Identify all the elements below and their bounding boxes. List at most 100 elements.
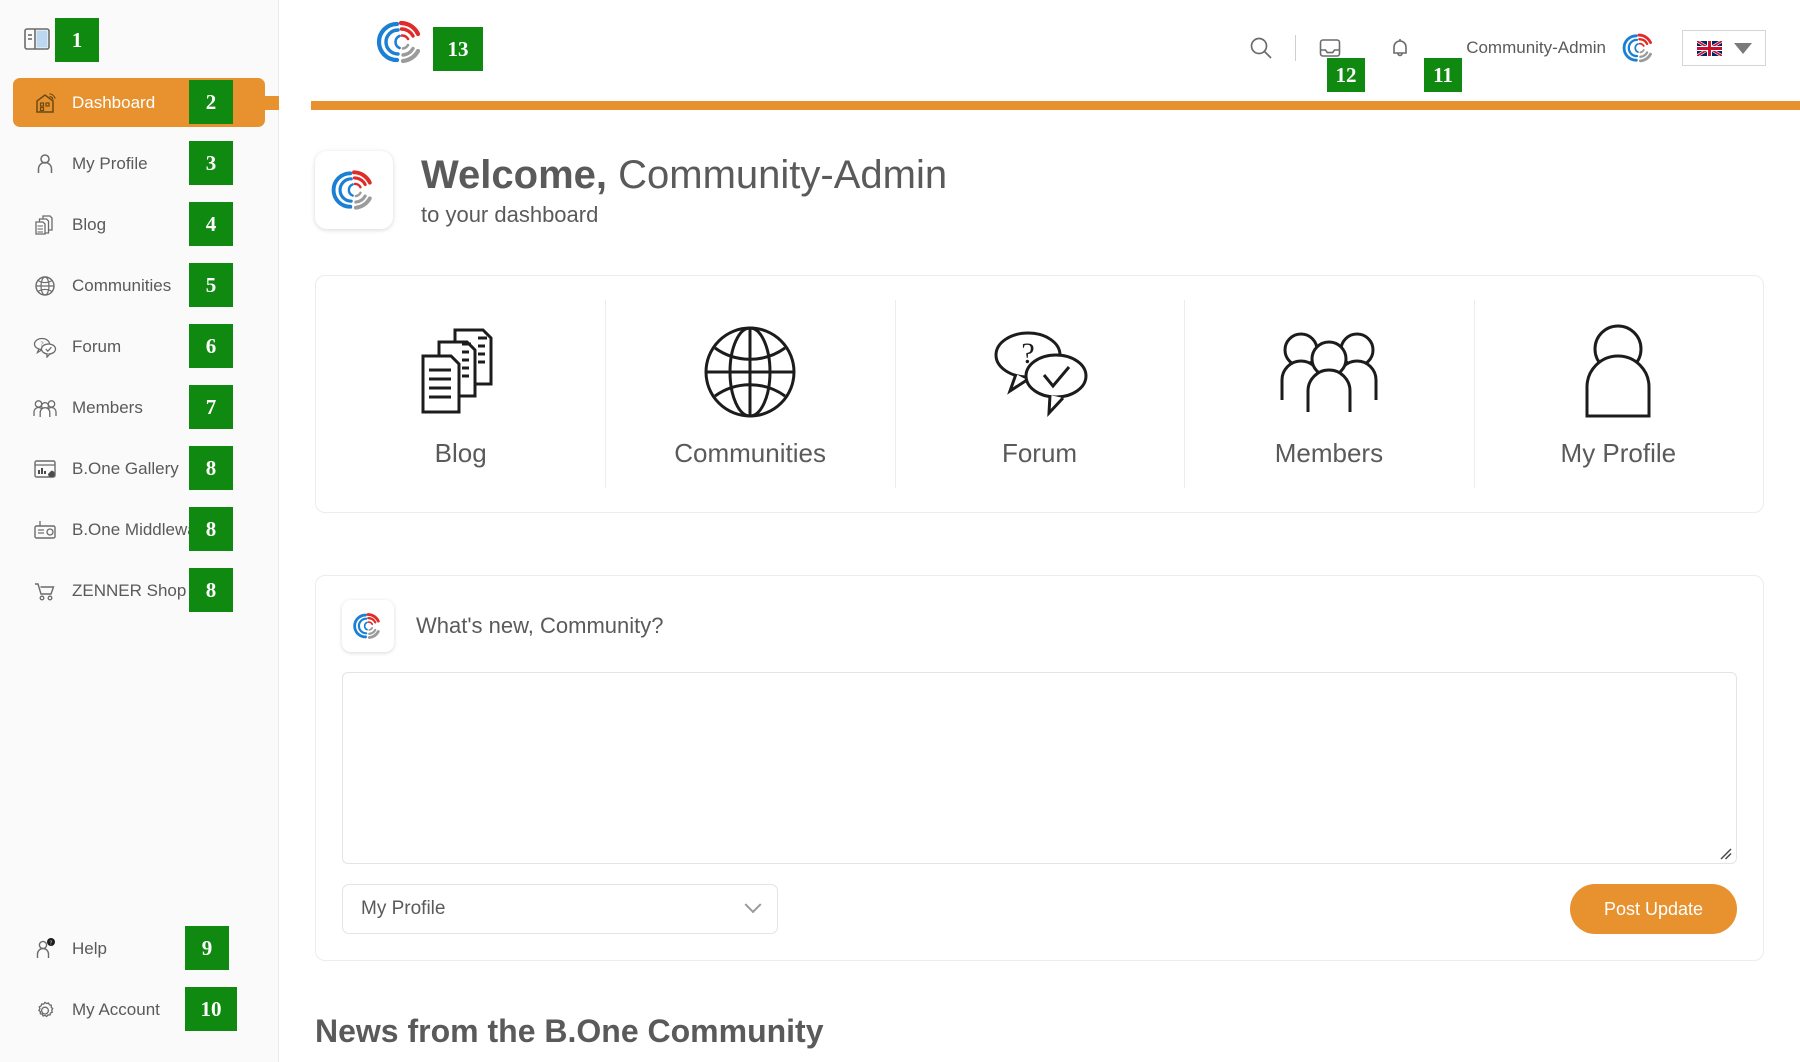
people-group-icon [32,395,58,421]
top-header: 13 Community-Admin 12 11 [279,0,1800,101]
welcome-text: Welcome, Community-Admin to your dashboa… [421,152,947,228]
sidebar-bottom-nav: ? Help 9 My Account 10 [0,924,279,1062]
sidebar-item-label: ZENNER Shop [72,580,187,600]
welcome-logo-icon [315,151,393,229]
gallery-chart-icon [32,456,58,482]
documents-icon [32,212,58,238]
news-heading: News from the B.One Community [315,1013,824,1049]
chevron-down-icon [1733,42,1752,54]
accent-bar [311,101,1800,110]
dashboard-content: Welcome, Community-Admin to your dashboa… [279,101,1800,1050]
user-icon [32,151,58,177]
bone-logo-icon[interactable] [373,14,429,70]
sidebar-item-label: Blog [72,214,107,234]
sidebar-item-label: B.One Gallery [72,458,179,478]
panel-toggle-icon[interactable] [24,28,50,50]
nav-card-label: Communities [674,437,826,468]
dashboard-icon [32,90,58,116]
sidebar: 1 Dashboard 2 My Profile 3 Blog 4 Commun… [0,0,279,1062]
welcome-greeting: Welcome, [421,153,607,197]
active-indicator [265,96,279,110]
speech-bubbles-icon: ? [988,320,1092,424]
search-icon[interactable] [1239,26,1283,70]
language-selector[interactable] [1682,30,1766,66]
globe-icon [32,273,58,299]
sidebar-item-label: My Account [72,999,160,1019]
welcome-section: Welcome, Community-Admin to your dashboa… [315,151,1764,229]
nav-card-label: Members [1274,437,1384,468]
bell-icon[interactable] [1378,26,1422,70]
gear-icon [32,997,58,1023]
user-icon [1577,320,1659,424]
documents-icon [411,320,511,424]
username-label: Community-Admin [1466,38,1606,57]
nav-card-forum[interactable]: ? Forum [894,276,1184,512]
sidebar-item-label: My Profile [72,153,148,173]
sidebar-item-bone-middleware[interactable]: B.One Middleware 8 [13,505,265,554]
svg-text:?: ? [50,940,53,946]
chevron-down-icon [744,896,762,914]
bone-avatar-icon [342,600,394,652]
nav-card-label: My Profile [1560,437,1677,468]
quick-nav-cards: Blog Communities ? Forum Members My Prof… [315,275,1764,513]
middleware-icon [32,517,58,543]
sidebar-item-help[interactable]: ? Help 9 [13,924,266,973]
welcome-subtitle: to your dashboard [421,202,599,227]
header-divider [1295,35,1297,61]
badge-1: 1 [55,18,99,62]
badge-6: 6 [189,324,233,368]
audience-select[interactable]: My Profile [342,884,778,934]
badge-13: 13 [433,27,483,71]
badge-2: 2 [189,80,233,124]
nav-card-label: Blog [434,437,487,468]
user-help-icon: ? [32,936,58,962]
nav-card-blog[interactable]: Blog [316,276,605,512]
sidebar-toggle-row: 1 [0,0,278,78]
nav-card-members[interactable]: Members [1184,276,1473,512]
nav-card-label: Forum [1001,437,1078,468]
app-root: 1 Dashboard 2 My Profile 3 Blog 4 Commun… [0,0,1800,1062]
sidebar-item-my-account[interactable]: My Account 10 [13,985,266,1034]
main-area: 13 Community-Admin 12 11 Welcome, Commun… [279,0,1800,1062]
sidebar-item-members[interactable]: Members 7 [13,383,265,432]
post-update-box: What's new, Community? My Profile Post U… [315,575,1764,961]
post-textarea[interactable] [343,673,1736,863]
sidebar-item-bone-gallery[interactable]: B.One Gallery 8 [13,444,265,493]
shopping-cart-icon [32,578,58,604]
badge-7: 7 [189,385,233,429]
badge-8-shop: 8 [189,568,233,612]
badge-4: 4 [189,202,233,246]
sidebar-item-zenner-shop[interactable]: ZENNER Shop 8 [13,566,265,615]
speech-bubbles-icon: ? [32,334,58,360]
badge-9: 9 [185,926,229,970]
header-actions: Community-Admin [1239,26,1766,70]
sidebar-item-dashboard[interactable]: Dashboard 2 [13,78,279,127]
badge-3: 3 [189,141,233,185]
post-box-footer: My Profile Post Update [342,884,1737,934]
globe-icon [702,320,798,424]
nav-card-my-profile[interactable]: My Profile [1473,276,1763,512]
sidebar-item-blog[interactable]: Blog 4 [13,200,265,249]
welcome-username: Community-Admin [618,153,948,197]
post-prompt-label: What's new, Community? [416,613,664,638]
nav-card-communities[interactable]: Communities [605,276,894,512]
audience-select-value: My Profile [361,898,446,919]
sidebar-nav: Dashboard 2 My Profile 3 Blog 4 Communit… [0,78,279,615]
bone-avatar-icon[interactable] [1620,29,1658,67]
sidebar-item-my-profile[interactable]: My Profile 3 [13,139,265,188]
badge-8-gallery: 8 [189,446,233,490]
badge-8-middleware: 8 [189,507,233,551]
post-update-button[interactable]: Post Update [1569,884,1737,934]
badge-12: 12 [1327,58,1365,92]
badge-11: 11 [1424,58,1462,92]
post-textarea-wrap [342,672,1737,864]
people-group-icon [1277,320,1381,424]
resize-grip-icon[interactable] [1718,846,1732,860]
sidebar-item-communities[interactable]: Communities 5 [13,261,265,310]
sidebar-item-label: Dashboard [72,92,156,112]
sidebar-item-label: Members [72,397,143,417]
post-box-header: What's new, Community? [342,600,1737,652]
sidebar-item-label: Communities [72,275,172,295]
badge-10: 10 [185,987,237,1031]
sidebar-item-forum[interactable]: ? Forum 6 [13,322,265,371]
